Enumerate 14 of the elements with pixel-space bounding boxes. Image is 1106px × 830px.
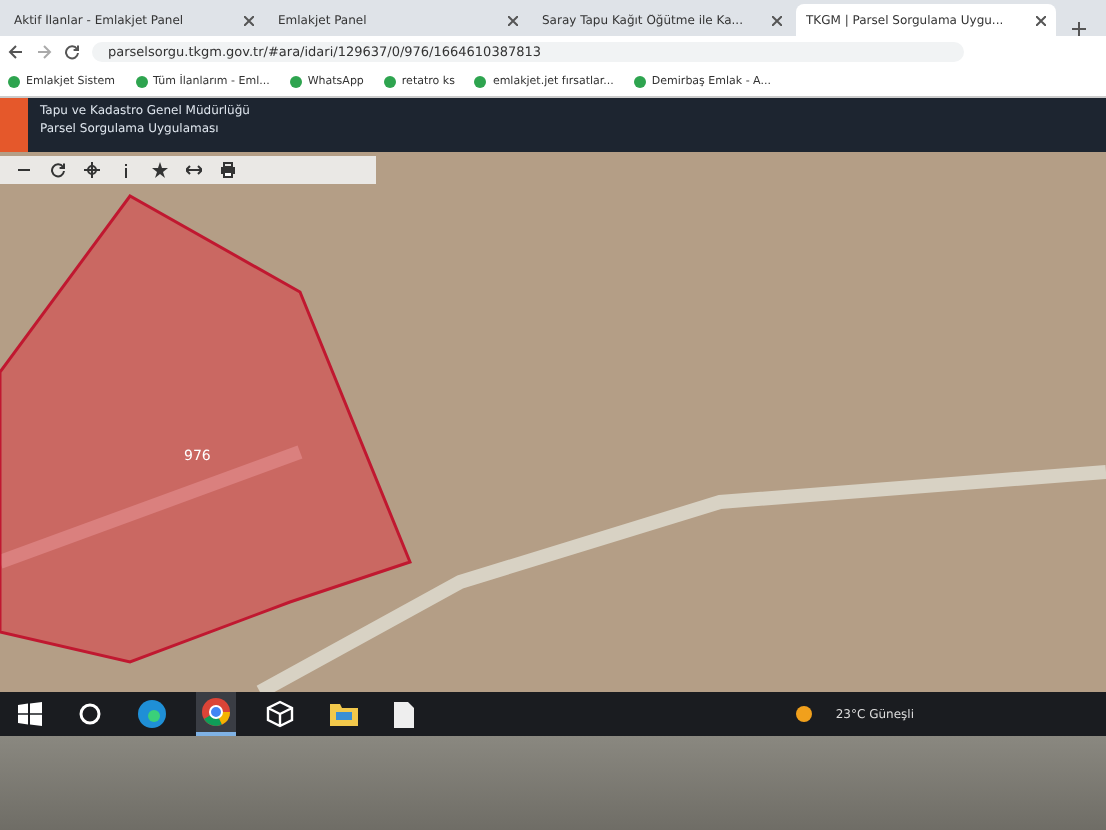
refresh-icon[interactable] [50,162,66,178]
close-icon[interactable] [244,15,254,25]
close-icon[interactable] [1036,15,1046,25]
edge-icon[interactable] [132,694,172,734]
arrows-icon[interactable] [186,162,202,178]
close-icon[interactable] [508,15,518,25]
reload-icon[interactable] [64,44,80,60]
close-icon[interactable] [772,15,782,25]
sun-icon [795,706,812,722]
chrome-icon[interactable] [196,692,236,736]
printer-icon[interactable] [220,162,236,178]
star-icon[interactable] [152,162,168,178]
back-icon[interactable] [8,44,24,60]
crosshair-icon[interactable] [84,162,100,178]
